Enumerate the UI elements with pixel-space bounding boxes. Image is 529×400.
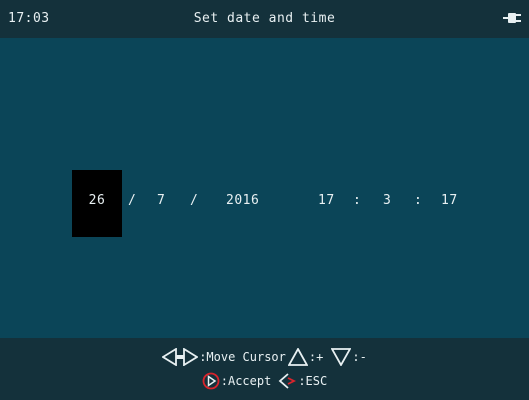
- time-separator: :: [353, 193, 362, 208]
- move-cursor-label: :Move Cursor: [199, 350, 286, 364]
- minus-label: :-: [352, 350, 367, 364]
- time-separator: :: [414, 193, 423, 208]
- day-field[interactable]: 26: [72, 170, 122, 237]
- accept-label: :Accept: [220, 374, 272, 388]
- page-title: Set date and time: [193, 11, 336, 26]
- title-bar: 17:03 Set date and time: [0, 0, 529, 38]
- year-field[interactable]: 2016: [226, 193, 259, 208]
- hint-row-navigation: :Move Cursor :+ :-: [0, 348, 529, 366]
- up-triangle-icon: [287, 348, 308, 366]
- down-triangle-icon: [331, 348, 352, 366]
- datetime-editor: 26 / 7 / 2016 17 : 3 : 17: [0, 38, 529, 338]
- date-separator: /: [190, 193, 199, 208]
- day-value: 26: [88, 193, 106, 208]
- hour-field[interactable]: 17: [318, 193, 335, 208]
- minute-field[interactable]: 3: [383, 193, 391, 208]
- accept-play-icon: [202, 372, 220, 390]
- back-arrow-icon: [278, 373, 297, 389]
- plug-icon: [503, 13, 521, 23]
- key-hints-bar: :Move Cursor :+ :- :Accept :ESC: [0, 338, 529, 400]
- second-field[interactable]: 17: [441, 193, 458, 208]
- date-separator: /: [128, 193, 137, 208]
- plus-label: :+: [308, 350, 324, 364]
- month-field[interactable]: 7: [157, 193, 165, 208]
- left-right-arrows-icon: [162, 348, 199, 366]
- datetime-screen: 17:03 Set date and time 26 / 7 / 2016 17…: [0, 0, 529, 400]
- esc-label: :ESC: [298, 374, 328, 388]
- hint-row-actions: :Accept :ESC: [0, 372, 529, 390]
